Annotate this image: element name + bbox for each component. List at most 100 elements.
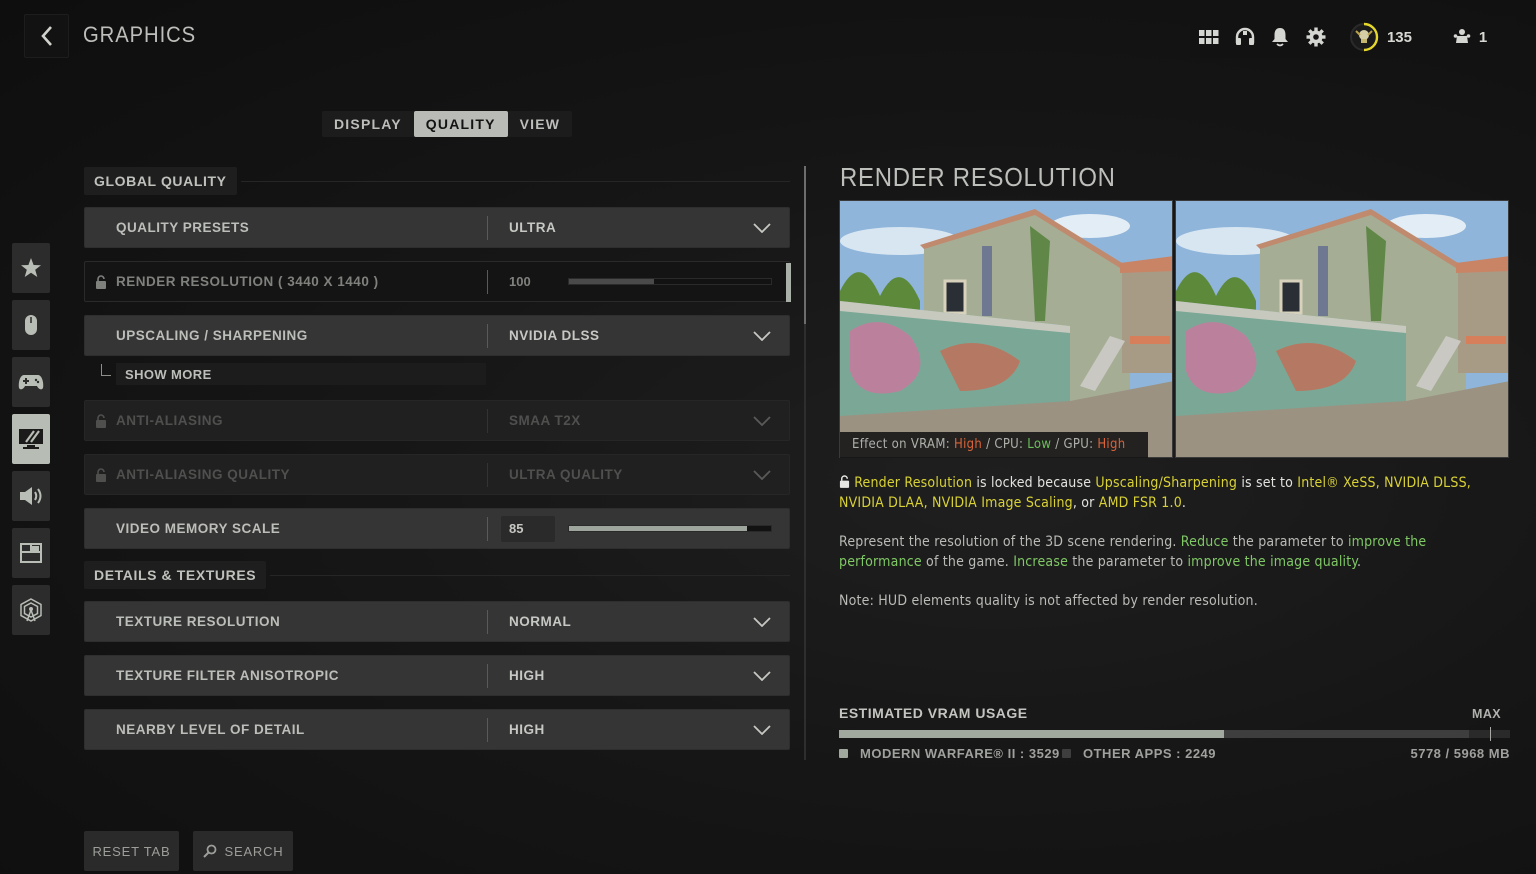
effect-cpu-value: Low	[1027, 437, 1052, 452]
setting-label-text: ANTI-ALIASING QUALITY	[116, 467, 290, 482]
notifications-button[interactable]	[1269, 26, 1291, 48]
setting-label-text: ANTI-ALIASING	[116, 413, 223, 428]
chevron-down-icon	[753, 469, 771, 480]
highlight-text: improve the image quality	[1187, 554, 1358, 570]
headset-button[interactable]	[1234, 26, 1256, 48]
nav-interface[interactable]	[12, 528, 50, 578]
locked-explanation: Render Resolution is locked because Upsc…	[839, 473, 1499, 513]
video-memory-slider[interactable]: 85	[488, 515, 789, 542]
effect-vram-value: High	[953, 437, 983, 452]
vram-max-marker	[1489, 727, 1491, 741]
body-text: of the game.	[921, 554, 1014, 570]
tab-view[interactable]: VIEW	[508, 111, 573, 137]
bell-icon	[1272, 28, 1289, 47]
separator: /	[982, 437, 995, 452]
rank-emblem-icon	[1349, 22, 1379, 52]
setting-label: TEXTURE RESOLUTION	[116, 614, 281, 629]
show-more-button[interactable]: SHOW MORE	[116, 363, 486, 385]
body-text: .	[1357, 554, 1362, 570]
effect-gpu-label: GPU:	[1063, 437, 1098, 452]
body-text: the parameter to	[1068, 554, 1188, 570]
focus-indicator	[786, 263, 791, 302]
nav-graphics[interactable]	[12, 414, 50, 464]
nav-mouse-keyboard[interactable]	[12, 300, 50, 350]
settings-button[interactable]	[1305, 26, 1327, 48]
highlight-text: Reduce	[1180, 534, 1229, 550]
vram-max-label: MAX	[1472, 707, 1501, 721]
setting-label: ANTI-ALIASING	[85, 413, 487, 428]
vram-total: 5778 / 5968 MB	[1410, 746, 1510, 761]
setting-value: ULTRA	[509, 220, 557, 235]
setting-label-text: RENDER RESOLUTION ( 3440 X 1440 )	[116, 274, 379, 289]
tab-display[interactable]: DISPLAY	[322, 111, 414, 137]
setting-upscaling-sharpening[interactable]: UPSCALING / SHARPENING NVIDIA DLSS	[84, 315, 790, 356]
setting-video-memory-scale[interactable]: VIDEO MEMORY SCALE 85	[84, 508, 790, 549]
back-button[interactable]	[24, 14, 69, 58]
highlight-text: Render Resolution	[854, 475, 973, 491]
apps-grid-icon	[1198, 30, 1219, 44]
slider-track[interactable]	[568, 525, 772, 532]
setting-value: SMAA T2X	[509, 413, 581, 428]
tree-connector	[101, 364, 111, 376]
render-resolution-slider[interactable]: 100	[488, 269, 789, 295]
slider-track[interactable]	[568, 278, 772, 285]
vram-usage-title: ESTIMATED VRAM USAGE	[839, 705, 1028, 721]
button-label: SEARCH	[224, 843, 284, 859]
chevron-down-icon	[753, 415, 771, 426]
legend-swatch	[839, 749, 848, 758]
separator: /	[1051, 437, 1064, 452]
setting-value: NORMAL	[509, 614, 572, 629]
nav-network[interactable]	[12, 585, 50, 635]
setting-texture-resolution[interactable]: TEXTURE RESOLUTION NORMAL	[84, 601, 790, 642]
chevron-down-icon	[753, 330, 771, 341]
nav-favorites[interactable]	[12, 243, 50, 293]
setting-render-resolution[interactable]: RENDER RESOLUTION ( 3440 X 1440 ) 100	[84, 261, 791, 302]
section-details-textures: DETAILS & TEXTURES	[84, 561, 790, 589]
highlight-text: Increase	[1013, 554, 1069, 570]
setting-label: NEARBY LEVEL OF DETAIL	[116, 722, 305, 737]
party-count: 1	[1478, 28, 1488, 46]
scene-illustration	[840, 201, 1172, 457]
tab-quality[interactable]: QUALITY	[413, 111, 508, 137]
party-button[interactable]: 1	[1424, 16, 1516, 58]
slider-fill	[569, 279, 654, 284]
effect-cpu-label: CPU:	[994, 437, 1028, 452]
slider-value: 100	[509, 273, 531, 289]
setting-label: QUALITY PRESETS	[116, 220, 250, 235]
setting-nearby-level-of-detail[interactable]: NEARBY LEVEL OF DETAIL HIGH	[84, 709, 790, 750]
setting-label: UPSCALING / SHARPENING	[116, 328, 308, 343]
player-level[interactable]: 135	[1349, 22, 1412, 52]
setting-value: ULTRA QUALITY	[509, 467, 623, 482]
search-icon	[202, 844, 216, 858]
effect-vram-label: Effect on VRAM:	[852, 437, 954, 452]
scrollbar-thumb[interactable]	[804, 166, 806, 324]
setting-anti-aliasing-quality: ANTI-ALIASING QUALITY ULTRA QUALITY	[84, 454, 790, 495]
vram-other-segment	[1223, 730, 1470, 738]
vram-game-segment	[839, 730, 1224, 738]
setting-value: HIGH	[509, 722, 545, 737]
chevron-down-icon	[753, 670, 771, 681]
slider-value[interactable]: 85	[501, 515, 555, 542]
legend-label: MODERN WARFARE® II : 3529	[860, 746, 1060, 761]
setting-quality-presets[interactable]: QUALITY PRESETS ULTRA	[84, 207, 790, 248]
nav-controller[interactable]	[12, 357, 50, 407]
apps-grid-button[interactable]	[1198, 26, 1220, 48]
preview-image-after	[1175, 200, 1509, 458]
detail-title: RENDER RESOLUTION	[840, 162, 1116, 192]
vram-legend-game: MODERN WARFARE® II : 3529	[839, 746, 1060, 761]
setting-label: ANTI-ALIASING QUALITY	[85, 467, 487, 482]
chevron-down-icon	[753, 724, 771, 735]
legend-label: OTHER APPS : 2249	[1083, 746, 1217, 761]
chevron-down-icon	[753, 222, 771, 233]
vram-legend-other: OTHER APPS : 2249	[1062, 746, 1216, 761]
search-button[interactable]: SEARCH	[193, 831, 293, 871]
setting-texture-filter-anisotropic[interactable]: TEXTURE FILTER ANISOTROPIC HIGH	[84, 655, 790, 696]
section-global-quality: GLOBAL QUALITY	[84, 167, 790, 195]
network-tower-icon	[20, 598, 42, 622]
lock-icon	[96, 467, 106, 482]
nav-audio[interactable]	[12, 471, 50, 521]
level-number: 135	[1386, 28, 1412, 46]
lock-icon	[96, 274, 106, 289]
body-text: the parameter to	[1228, 534, 1348, 550]
reset-tab-button[interactable]: RESET TAB	[84, 831, 179, 871]
